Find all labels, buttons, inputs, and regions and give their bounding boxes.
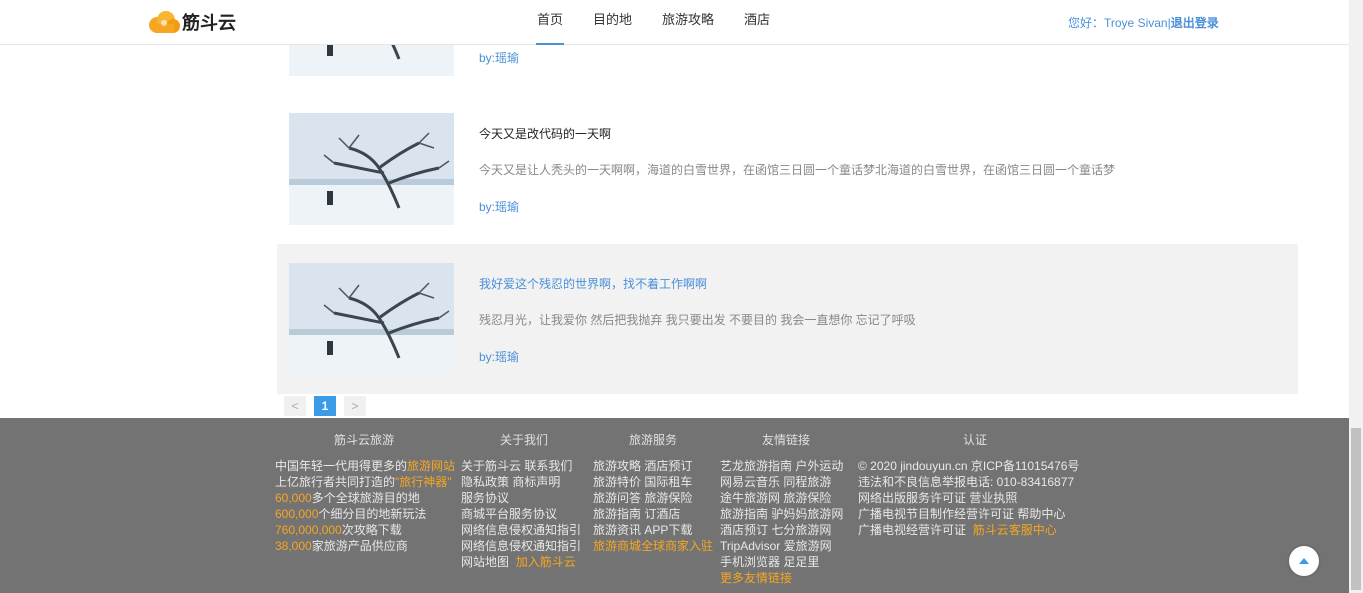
user-bar: 您好：Troye Sivan|退出登录 [1068, 14, 1219, 31]
footer-col-certification: 认证 © 2020 jindouyun.cn 京ICP备11015476号 违法… [858, 432, 1079, 538]
footer-link[interactable]: 旅游攻略 酒店预订 [593, 458, 713, 474]
logout-link[interactable]: 退出登录 [1171, 16, 1219, 30]
author-name: 瑶瑜 [495, 350, 520, 364]
footer-link[interactable]: 网易云音乐 同程旅游 [720, 474, 843, 490]
footer-link[interactable]: 广播电视经营许可证 筋斗云客服中心 [858, 522, 1079, 538]
article-description: 残忍月光，让我爱你 然后把我抛弃 我只要出发 不要目的 我会一直想你 忘记了呼吸 [479, 313, 916, 327]
pagination: < 1 > [284, 396, 366, 416]
footer-link[interactable]: 途牛旅游网 旅游保险 [720, 490, 843, 506]
footer-link[interactable]: TripAdvisor 爱旅游网 [720, 538, 843, 554]
footer-link[interactable]: 网络信息侵权通知指引 [461, 522, 581, 538]
article-item[interactable]: 今天又是改代码的一天啊 今天又是让人秃头的一天啊啊，海道的白雪世界，在函馆三日圆… [277, 94, 1298, 244]
footer-col-brand: 筋斗云旅游 中国年轻一代用得更多的旅游网站 上亿旅行者共同打造的"旅行神器" 6… [275, 432, 455, 554]
footer-link[interactable]: 酒店预订 七分旅游网 [720, 522, 843, 538]
article-thumbnail[interactable] [289, 263, 454, 375]
footer-link[interactable]: 旅游特价 国际租车 [593, 474, 713, 490]
footer-line: 违法和不良信息举报电话: 010-83416877 [858, 475, 1075, 489]
prev-page-button[interactable]: < [284, 396, 306, 416]
footer-line: © 2020 jindouyun.cn 京ICP备11015476号 [858, 459, 1080, 473]
footer-col-about: 关于我们 关于筋斗云 联系我们 隐私政策 商标声明 服务协议 商城平台服务协议 … [461, 432, 581, 570]
article-title[interactable]: 今天又是改代码的一天啊 [479, 125, 611, 142]
footer-heading: 认证 [963, 433, 988, 447]
nav-hotels[interactable]: 酒店 [743, 0, 771, 45]
article-item[interactable]: 我好爱这个残忍的世界啊，找不着工作啊啊 残忍月光，让我爱你 然后把我抛弃 我只要… [277, 244, 1298, 394]
footer-heading: 关于我们 [500, 433, 549, 447]
scrollbar-thumb[interactable] [1351, 428, 1361, 590]
author-name: 瑶瑜 [495, 200, 520, 214]
article-thumbnail[interactable] [289, 113, 454, 225]
footer-link[interactable]: 手机浏览器 足足里 [720, 554, 843, 570]
footer-col-services: 旅游服务 旅游攻略 酒店预订 旅游特价 国际租车 旅游问答 旅游保险 旅游指南 … [593, 432, 713, 554]
footer-link[interactable]: 网络信息侵权通知指引 [461, 538, 581, 554]
footer-line: 600,000个细分目的地新玩法 [275, 507, 427, 521]
main-nav: 首页 目的地 旅游攻略 酒店 [536, 0, 799, 45]
footer-line: 60,000多个全球旅游目的地 [275, 491, 420, 505]
article-title[interactable]: 我好爱这个残忍的世界啊，找不着工作啊啊 [479, 275, 707, 292]
nav-destinations[interactable]: 目的地 [592, 0, 633, 45]
author-prefix: by: [479, 51, 496, 65]
footer-col-links: 友情链接 艺龙旅游指南 户外运动 网易云音乐 同程旅游 途牛旅游网 旅游保险 旅… [720, 432, 843, 586]
page-1-button[interactable]: 1 [314, 396, 336, 416]
footer-line: 中国年轻一代用得更多的旅游网站 [275, 459, 456, 473]
footer-link[interactable]: 旅游商城全球商家入驻 [593, 538, 713, 554]
article-description: 今天又是让人秃头的一天啊啊，海道的白雪世界，在函馆三日圆一个童话梦北海道的白雪世… [479, 163, 1116, 177]
footer-link[interactable]: 旅游指南 驴妈妈旅游网 [720, 506, 843, 522]
author-prefix: by: [479, 350, 496, 364]
back-to-top-button[interactable] [1289, 546, 1319, 576]
cloud-logo-icon [147, 9, 181, 35]
site-logo[interactable]: 筋斗云 [147, 8, 236, 36]
footer-heading: 筋斗云旅游 [334, 433, 395, 447]
footer-link[interactable]: 隐私政策 商标声明 [461, 474, 581, 490]
article-author[interactable]: by:瑶瑜 [479, 49, 519, 66]
footer-link[interactable]: 关于筋斗云 联系我们 [461, 458, 581, 474]
footer-link[interactable]: 广播电视节目制作经营许可证 帮助中心 [858, 506, 1079, 522]
footer-heading: 友情链接 [762, 433, 811, 447]
footer-link[interactable]: 网络出版服务许可证 营业执照 [858, 490, 1079, 506]
page-scrollbar[interactable] [1349, 0, 1363, 593]
footer-line: 上亿旅行者共同打造的"旅行神器" [275, 475, 452, 489]
page: 筋斗云 首页 目的地 旅游攻略 酒店 您好：Troye Sivan|退出登录 b… [0, 0, 1363, 593]
article-author[interactable]: by:瑶瑜 [479, 198, 519, 215]
footer-link[interactable]: 商城平台服务协议 [461, 506, 581, 522]
footer-link[interactable]: 网站地图 加入筋斗云 [461, 554, 581, 570]
user-greeting[interactable]: 您好：Troye Sivan [1068, 16, 1168, 30]
footer-link[interactable]: 更多友情链接 [720, 570, 843, 586]
footer-link[interactable]: 旅游资讯 APP下载 [593, 522, 713, 538]
footer-link[interactable]: 旅游指南 订酒店 [593, 506, 713, 522]
footer-line: 760,000,000次攻略下载 [275, 523, 402, 537]
footer-heading: 旅游服务 [629, 433, 678, 447]
brand-name: 筋斗云 [182, 13, 236, 33]
nav-home[interactable]: 首页 [536, 0, 565, 45]
top-header: 筋斗云 首页 目的地 旅游攻略 酒店 您好：Troye Sivan|退出登录 [0, 0, 1349, 45]
footer-link[interactable]: 旅游问答 旅游保险 [593, 490, 713, 506]
footer-line: 38,000家旅游产品供应商 [275, 539, 408, 553]
author-prefix: by: [479, 200, 496, 214]
footer-link[interactable]: 服务协议 [461, 490, 581, 506]
footer-link[interactable]: 艺龙旅游指南 户外运动 [720, 458, 843, 474]
site-footer: 筋斗云旅游 中国年轻一代用得更多的旅游网站 上亿旅行者共同打造的"旅行神器" 6… [0, 418, 1349, 593]
article-author[interactable]: by:瑶瑜 [479, 348, 519, 365]
nav-guides[interactable]: 旅游攻略 [661, 0, 715, 45]
author-name: 瑶瑜 [495, 51, 520, 65]
arrow-up-icon [1298, 554, 1310, 568]
next-page-button[interactable]: > [344, 396, 366, 416]
